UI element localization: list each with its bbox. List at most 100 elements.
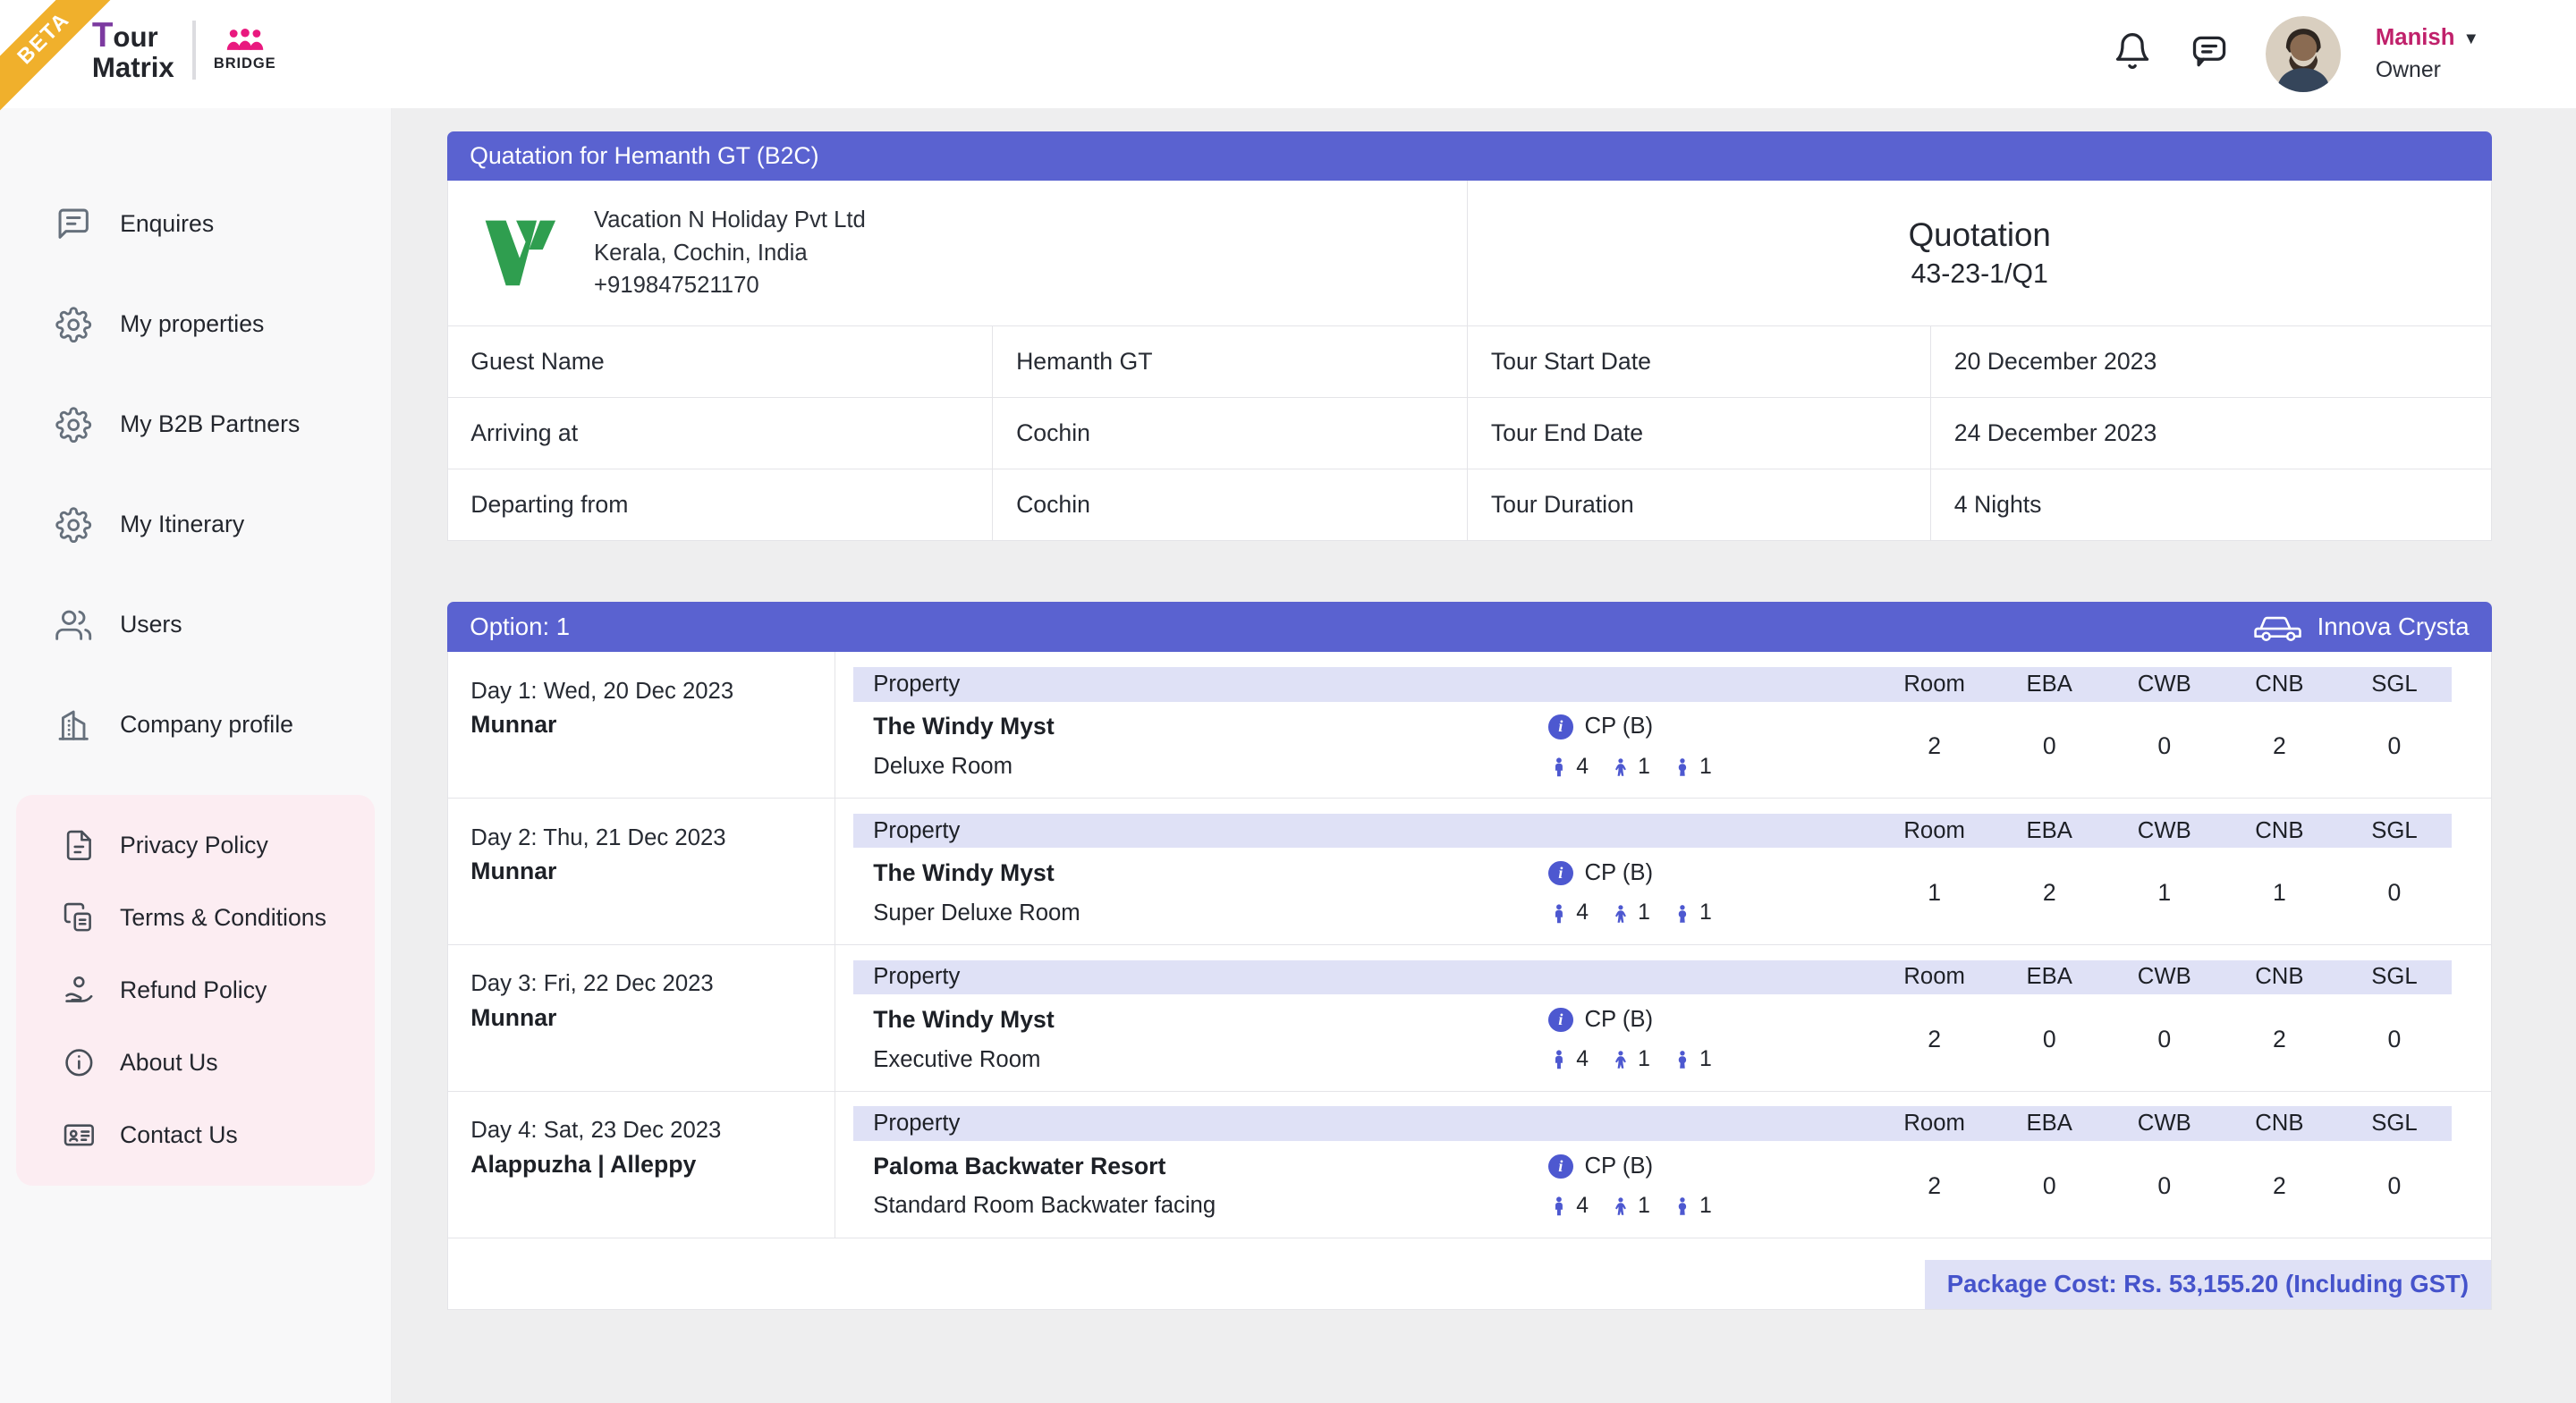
- user-menu[interactable]: Manish ▼ Owner: [2376, 25, 2484, 82]
- day-location: Munnar: [470, 1004, 818, 1032]
- sidebar-item-company-profile[interactable]: Company profile: [0, 675, 391, 775]
- infant-icon: [1672, 1194, 1693, 1219]
- info-value: Cochin: [993, 469, 1468, 540]
- vehicle-badge: Innova Crysta: [2253, 611, 2470, 644]
- day-table-header: Property Room EBA CWB CNB SGL: [853, 1106, 2452, 1141]
- col-sgl: SGL: [2337, 672, 2453, 697]
- infant-count: 1: [1699, 755, 1712, 780]
- info-circle-icon: [63, 1046, 96, 1079]
- infant-icon: [1672, 755, 1693, 780]
- col-cwb: CWB: [2107, 818, 2223, 844]
- app-root: Manish ▼ Owner BETA Tour Matrix BRIDGE E…: [0, 0, 2576, 1403]
- meal-info-icon[interactable]: [1548, 861, 1573, 886]
- info-label: Tour End Date: [1468, 398, 1931, 469]
- avatar-photo: [2266, 16, 2341, 91]
- col-eba: EBA: [1992, 964, 2107, 990]
- eba-value: 2: [1992, 879, 2107, 907]
- day-table-body: Paloma Backwater Resort CP (B) Standard …: [853, 1141, 2452, 1220]
- chat-icon: [2190, 31, 2229, 78]
- day-table: Property Room EBA CWB CNB SGL The: [835, 945, 2491, 1091]
- property-cell: Paloma Backwater Resort CP (B) Standard …: [853, 1153, 1877, 1220]
- adult-icon: [1548, 1194, 1570, 1219]
- col-cnb: CNB: [2222, 964, 2337, 990]
- day-table-header: Property Room EBA CWB CNB SGL: [853, 814, 2452, 849]
- sidebar-item-about-us[interactable]: About Us: [16, 1027, 374, 1099]
- brand-wordmark: Tour Matrix: [92, 18, 174, 81]
- col-cnb: CNB: [2222, 672, 2337, 697]
- user-avatar[interactable]: [2266, 16, 2341, 91]
- room-type: Super Deluxe Room: [873, 900, 1548, 926]
- sidebar-item-label: Enquires: [120, 210, 214, 238]
- quotation-page: Quatation for Hemanth GT (B2C) Vacation …: [447, 131, 2493, 1310]
- notifications-button[interactable]: [2111, 33, 2154, 76]
- hand-money-icon: [63, 974, 96, 1007]
- room-type: Deluxe Room: [873, 754, 1548, 780]
- infant-count: 1: [1699, 1047, 1712, 1072]
- child-icon: [1610, 755, 1631, 780]
- meal-info-icon[interactable]: [1548, 1154, 1573, 1179]
- sidebar-item-contact-us[interactable]: Contact Us: [16, 1099, 374, 1171]
- day-info: Day 1: Wed, 20 Dec 2023 Munnar: [448, 652, 835, 798]
- adult-icon: [1548, 901, 1570, 926]
- quotation-card: Vacation N Holiday Pvt Ltd Kerala, Cochi…: [447, 181, 2493, 541]
- package-cost-row: Package Cost: Rs. 53,155.20 (Including G…: [448, 1238, 2492, 1309]
- meal-info-icon[interactable]: [1548, 1008, 1573, 1033]
- sidebar-item-my-b2b-partners[interactable]: My B2B Partners: [0, 375, 391, 475]
- infant-icon: [1672, 901, 1693, 926]
- meal-plan: CP (B): [1548, 714, 1877, 740]
- col-eba: EBA: [1992, 818, 2107, 844]
- day-info: Day 3: Fri, 22 Dec 2023 Munnar: [448, 945, 835, 1091]
- gear-icon: [55, 407, 91, 443]
- meal-plan-label: CP (B): [1584, 860, 1653, 886]
- info-value: 20 December 2023: [1931, 326, 2491, 397]
- day-table: Property Room EBA CWB CNB SGL Palo: [835, 1092, 2491, 1238]
- sidebar-legal-section: Privacy Policy Terms & Conditions Refund…: [16, 795, 374, 1186]
- day-row-2: Day 2: Thu, 21 Dec 2023 Munnar Property …: [448, 799, 2492, 945]
- cwb-value: 0: [2107, 1026, 2223, 1053]
- day-info: Day 2: Thu, 21 Dec 2023 Munnar: [448, 799, 835, 944]
- messages-button[interactable]: [2189, 33, 2232, 76]
- sidebar-item-label: My Itinerary: [120, 511, 244, 538]
- cwb-value: 1: [2107, 879, 2223, 907]
- user-name: Manish: [2376, 25, 2455, 51]
- sidebar-item-my-itinerary[interactable]: My Itinerary: [0, 475, 391, 575]
- col-cnb: CNB: [2222, 818, 2337, 844]
- sidebar-item-label: About Us: [120, 1049, 218, 1077]
- sidebar-item-users[interactable]: Users: [0, 575, 391, 675]
- info-row: Departing from Cochin Tour Duration 4 Ni…: [448, 469, 2492, 540]
- bell-icon: [2113, 31, 2152, 78]
- company-location: Kerala, Cochin, India: [594, 237, 866, 270]
- bridge-people-icon: [225, 29, 265, 55]
- day-location: Alappuzha | Alleppy: [470, 1151, 818, 1179]
- day-table-body: The Windy Myst CP (B) Deluxe Room 4 1: [853, 702, 2452, 781]
- sidebar-item-enquires[interactable]: Enquires: [0, 174, 391, 275]
- brand-logo[interactable]: Tour Matrix BRIDGE: [92, 18, 276, 81]
- sidebar-item-my-properties[interactable]: My properties: [0, 275, 391, 375]
- property-cell: The Windy Myst CP (B) Executive Room 4 1: [853, 1006, 1877, 1073]
- info-row: Guest Name Hemanth GT Tour Start Date 20…: [448, 326, 2492, 397]
- info-label: Departing from: [448, 469, 994, 540]
- sidebar: Enquires My properties My B2B Partners M…: [0, 108, 392, 1402]
- meal-info-icon[interactable]: [1548, 714, 1573, 740]
- option-section: Option: 1 Innova Crysta Day 1: Wed, 20 D…: [447, 602, 2493, 1310]
- meal-plan: CP (B): [1548, 860, 1877, 886]
- infant-icon: [1672, 1047, 1693, 1072]
- col-sgl: SGL: [2337, 964, 2453, 990]
- option-body: Day 1: Wed, 20 Dec 2023 Munnar Property …: [447, 652, 2493, 1309]
- vehicle-name: Innova Crysta: [2318, 613, 2470, 641]
- info-value: Cochin: [993, 398, 1468, 469]
- meal-plan-label: CP (B): [1584, 714, 1653, 740]
- quotation-card-top: Vacation N Holiday Pvt Ltd Kerala, Cochi…: [448, 181, 2492, 326]
- chevron-down-icon: ▼: [2463, 29, 2479, 48]
- col-property: Property: [853, 818, 1877, 844]
- sidebar-item-terms-conditions[interactable]: Terms & Conditions: [16, 882, 374, 954]
- document-pen-icon: [63, 829, 96, 862]
- chat-bubble-icon: [55, 206, 91, 241]
- child-count: 1: [1638, 755, 1650, 780]
- sidebar-item-privacy-policy[interactable]: Privacy Policy: [16, 809, 374, 882]
- meal-plan: CP (B): [1548, 1007, 1877, 1033]
- property-name: The Windy Myst: [873, 859, 1548, 887]
- sidebar-item-refund-policy[interactable]: Refund Policy: [16, 954, 374, 1027]
- adult-count: 4: [1576, 1047, 1589, 1072]
- col-sgl: SGL: [2337, 818, 2453, 844]
